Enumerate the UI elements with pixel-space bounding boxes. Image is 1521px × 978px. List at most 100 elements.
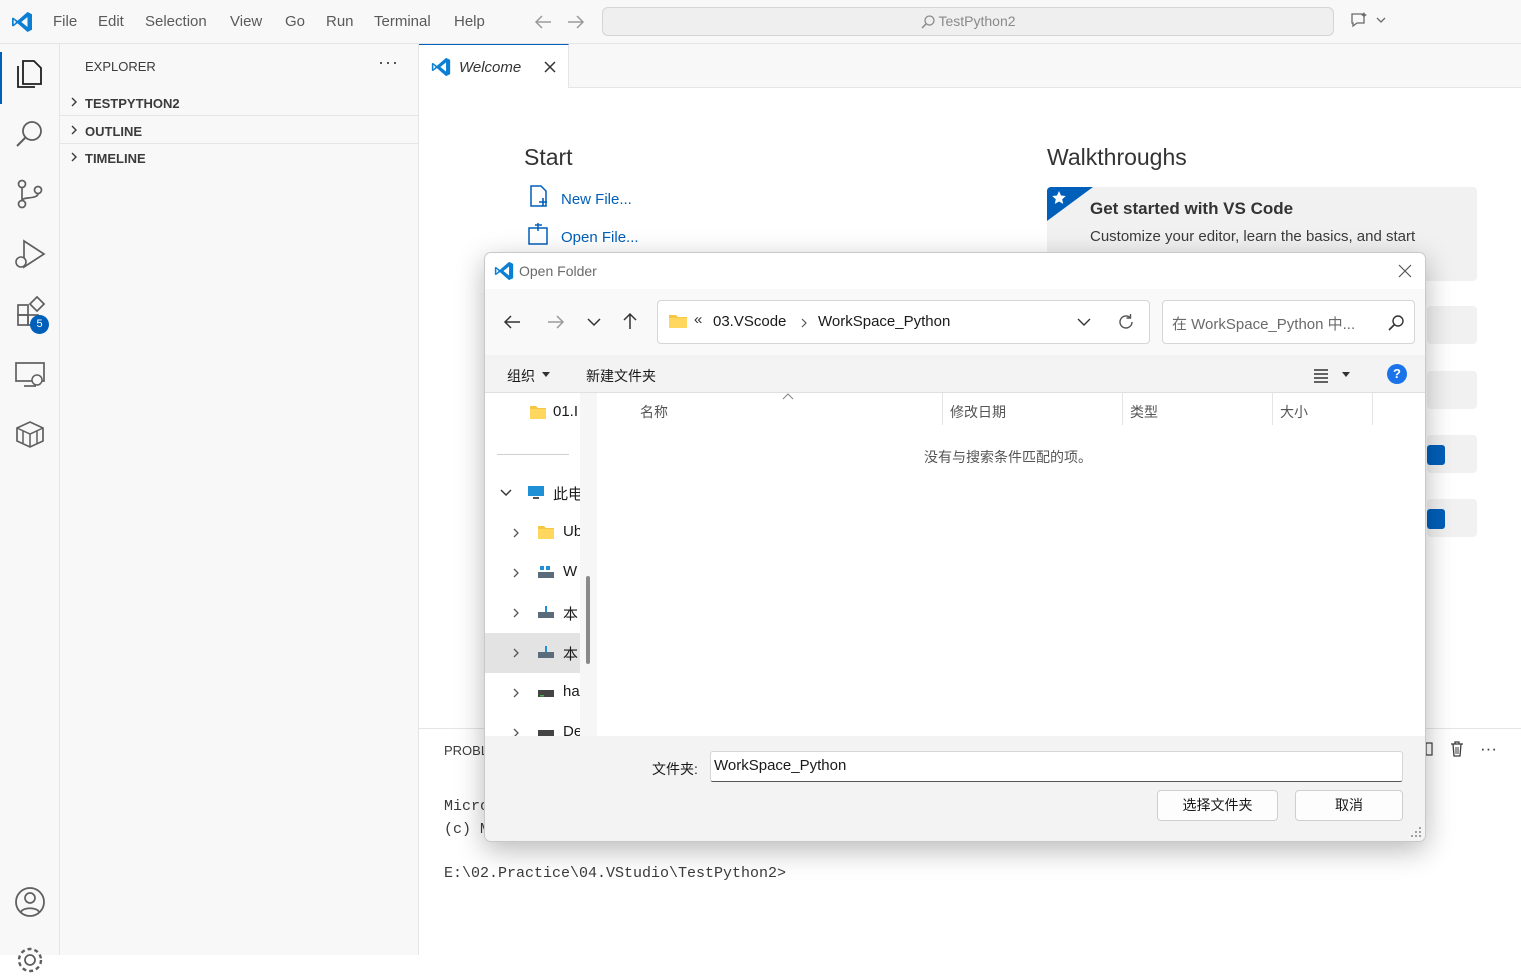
tab-welcome[interactable]: Welcome: [419, 44, 569, 88]
folder-name-value: WorkSpace_Python: [714, 757, 847, 774]
featured-star-icon: [1047, 187, 1093, 221]
chevron-right-icon: [513, 648, 519, 658]
search-input[interactable]: 在 WorkSpace_Python 中...: [1162, 300, 1415, 344]
sidebar-title: EXPLORER: [85, 59, 156, 74]
cancel-button[interactable]: 取消: [1295, 790, 1403, 821]
tree-item[interactable]: Ub: [485, 513, 582, 553]
folder-name-field[interactable]: WorkSpace_Python: [710, 751, 1403, 782]
empty-message: 没有与搜索条件匹配的项。: [924, 449, 1092, 465]
containers-icon[interactable]: [12, 416, 48, 452]
back-arrow-icon[interactable]: [533, 13, 553, 31]
close-icon[interactable]: [1398, 264, 1412, 278]
tree-item-label: 此电: [553, 486, 584, 503]
explorer-sidebar: EXPLORER ··· TESTPYTHON2 OUTLINE TIMELIN…: [60, 44, 419, 955]
new-file-link[interactable]: New File...: [561, 191, 632, 208]
network-drive-icon: [538, 646, 554, 658]
view-list-icon[interactable]: [1312, 367, 1330, 383]
activity-bar: 5: [0, 44, 60, 973]
extensions-badge: 5: [30, 315, 49, 334]
walkthroughs-heading: Walkthroughs: [1047, 144, 1187, 170]
walkthrough-card[interactable]: [1427, 499, 1477, 537]
breadcrumb-item[interactable]: 03.VScode: [713, 313, 786, 330]
tree-item[interactable]: 本: [485, 593, 580, 633]
tree-item[interactable]: De: [485, 713, 582, 736]
menu-help[interactable]: Help: [454, 13, 485, 30]
column-header-size[interactable]: 大小: [1280, 402, 1308, 422]
walkthrough-description: Customize your editor, learn the basics,…: [1090, 228, 1416, 245]
resize-grip-icon[interactable]: [1410, 826, 1422, 838]
new-folder-button[interactable]: 新建文件夹: [586, 366, 656, 386]
tree-item[interactable]: ha: [485, 673, 580, 713]
network-drive-icon: [538, 606, 554, 618]
more-actions-icon[interactable]: ···: [1480, 739, 1497, 759]
back-arrow-icon[interactable]: [502, 313, 522, 331]
menu-edit[interactable]: Edit: [98, 13, 124, 30]
settings-gear-icon[interactable]: [12, 942, 48, 978]
chevron-right-icon: [71, 152, 77, 162]
navigation-scrollbar[interactable]: [580, 393, 597, 736]
menu-run[interactable]: Run: [326, 13, 354, 30]
section-outline[interactable]: OUTLINE: [60, 116, 419, 144]
accounts-icon[interactable]: [12, 884, 48, 920]
vscode-logo-icon: [12, 12, 32, 32]
remote-explorer-icon[interactable]: [12, 356, 48, 392]
chevron-right-icon: [801, 318, 807, 328]
section-testpython2[interactable]: TESTPYTHON2: [60, 88, 419, 116]
select-folder-button[interactable]: 选择文件夹: [1157, 790, 1278, 821]
command-center[interactable]: TestPython2: [602, 7, 1334, 36]
tree-item-label: ha: [563, 683, 580, 700]
refresh-icon[interactable]: [1116, 312, 1136, 332]
breadcrumb-overflow[interactable]: «: [694, 311, 702, 328]
close-icon[interactable]: [543, 60, 557, 74]
breadcrumb-item[interactable]: WorkSpace_Python: [818, 313, 950, 330]
column-header-date[interactable]: 修改日期: [950, 402, 1006, 422]
address-bar[interactable]: « 03.VScode WorkSpace_Python: [657, 300, 1150, 344]
command-center-label: TestPython2: [938, 13, 1016, 29]
vscode-logo-icon: [494, 261, 514, 281]
column-header-name[interactable]: 名称: [640, 402, 668, 422]
new-badge: [1427, 445, 1445, 465]
help-icon[interactable]: ?: [1387, 364, 1407, 384]
section-label: TESTPYTHON2: [85, 96, 180, 111]
organize-button[interactable]: 组织: [507, 366, 535, 386]
tree-divider: [497, 454, 569, 455]
up-arrow-icon[interactable]: [621, 311, 639, 331]
walkthrough-card[interactable]: [1427, 371, 1477, 409]
folder-icon: [669, 315, 687, 328]
section-timeline[interactable]: TIMELINE: [60, 144, 419, 172]
run-debug-icon[interactable]: [12, 236, 48, 272]
menu-terminal[interactable]: Terminal: [374, 13, 431, 30]
explorer-files-icon[interactable]: [12, 56, 48, 92]
tab-problems[interactable]: PROBL: [444, 743, 488, 758]
more-actions-icon[interactable]: ···: [378, 52, 399, 73]
tab-label: Welcome: [459, 59, 522, 76]
caret-down-icon[interactable]: [1341, 371, 1351, 379]
menu-go[interactable]: Go: [285, 13, 305, 30]
folder-icon: [538, 526, 554, 539]
chevron-down-icon[interactable]: [1076, 316, 1092, 328]
source-control-icon[interactable]: [12, 176, 48, 212]
terminal-prompt[interactable]: E:\02.Practice\04.VStudio\TestPython2>: [444, 865, 786, 882]
search-placeholder: 在 WorkSpace_Python 中...: [1172, 316, 1356, 333]
walkthrough-card[interactable]: [1427, 306, 1477, 344]
walkthrough-title: Get started with VS Code: [1090, 199, 1294, 218]
menu-file[interactable]: File: [53, 13, 77, 30]
tree-item-label: W: [563, 563, 578, 580]
open-file-link[interactable]: Open File...: [561, 229, 639, 246]
tree-item[interactable]: 01.I: [485, 393, 580, 433]
copilot-chat-icon[interactable]: [1349, 10, 1389, 32]
scrollbar-thumb[interactable]: [586, 576, 590, 664]
trash-icon[interactable]: [1449, 740, 1465, 758]
forward-arrow-icon[interactable]: [566, 13, 586, 31]
forward-arrow-icon[interactable]: [546, 313, 566, 331]
menu-view[interactable]: View: [230, 13, 262, 30]
chevron-down-icon[interactable]: [586, 315, 602, 329]
walkthrough-card[interactable]: [1427, 435, 1477, 473]
tree-item[interactable]: W: [485, 553, 580, 593]
tree-item-selected[interactable]: 本: [485, 633, 580, 673]
search-icon[interactable]: [12, 116, 48, 152]
tree-item-this-pc[interactable]: 此电: [485, 473, 584, 513]
title-bar: File Edit Selection View Go Run Terminal…: [0, 0, 1521, 44]
menu-selection[interactable]: Selection: [145, 13, 207, 30]
column-header-type[interactable]: 类型: [1130, 402, 1158, 422]
